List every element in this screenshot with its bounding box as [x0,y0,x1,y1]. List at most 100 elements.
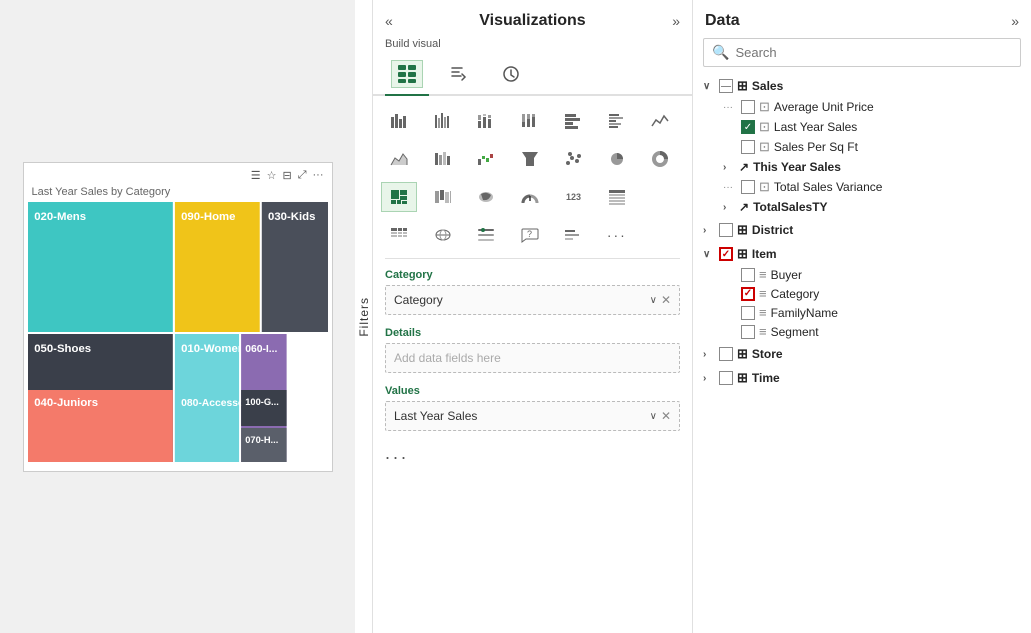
time-checkbox[interactable] [719,371,733,385]
viz-icon-map[interactable] [425,182,461,212]
item-last-year-sales[interactable]: ✓ ⊡ Last Year Sales [719,117,1025,137]
dots-icon: ··· [723,102,737,113]
category-drop[interactable]: Category ∨ ✕ [385,285,680,315]
viz-icon-bar[interactable] [381,106,417,136]
viz-icon-donut[interactable] [642,144,678,174]
toolbar-expand-icon[interactable]: ⤢ [298,169,307,182]
viz-icon-scatter[interactable] [555,144,591,174]
tab-format[interactable] [437,56,481,96]
viz-icon-stacked-bar[interactable] [468,106,504,136]
item-family-name[interactable]: ≡ FamilyName [719,303,1025,322]
viz-icon-smart-narrative[interactable] [555,220,591,250]
viz-icon-ribbon[interactable] [425,144,461,174]
viz-icon-pie[interactable] [599,144,635,174]
total-sales-var-checkbox[interactable] [741,180,755,194]
viz-icon-kpi[interactable]: 123 [555,182,591,212]
viz-icon-clustered-hbar[interactable] [599,106,635,136]
viz-more-dots[interactable]: ... [373,437,692,470]
treemap[interactable]: 020-Mens 090-Home 030-Kids 050-Shoes 010… [28,202,328,462]
viz-icon-treemap[interactable] [381,182,417,212]
item-category[interactable]: ✓ ≡ Category [719,284,1025,303]
toolbar-filter-icon[interactable]: ⊟ [282,169,291,182]
viz-icon-table[interactable] [599,182,635,212]
item-sales-per-sq-ft[interactable]: ⊡ Sales Per Sq Ft [719,137,1025,157]
category-remove-icon[interactable]: ✕ [661,293,671,307]
this-year-sales-header[interactable]: › ↗ This Year Sales [719,157,1025,177]
group-store: › ⊞ Store [699,343,1025,365]
item-average-unit-price[interactable]: ··· ⊡ Average Unit Price [719,97,1025,117]
category-chevron-icon[interactable]: ∨ [650,295,657,306]
toolbar-menu-icon[interactable]: ☰ [251,169,261,182]
viz-icon-funnel[interactable] [512,144,548,174]
canvas-area: ☰ ☆ ⊟ ⤢ ··· Last Year Sales by Category … [0,0,355,633]
group-item-header[interactable]: ∨ ✓ ⊞ Item [699,243,1025,265]
group-time-header[interactable]: › ⊞ Time [699,367,1025,389]
viz-expand-arrow[interactable]: » [672,13,680,29]
values-value: Last Year Sales [394,409,477,423]
item-checkbox[interactable]: ✓ [719,247,733,261]
visual-card[interactable]: ☰ ☆ ⊟ ⤢ ··· Last Year Sales by Category … [23,162,333,472]
item-total-sales-variance[interactable]: ··· ⊡ Total Sales Variance [719,177,1025,197]
this-year-expander: › [723,162,735,173]
viz-icons-grid-4: ? ··· [373,216,692,254]
viz-icon-azure-map[interactable] [425,220,461,250]
filters-sidebar[interactable]: Filters [355,0,373,633]
values-chevron-icon[interactable]: ∨ [650,411,657,422]
group-sales-header[interactable]: ∨ — ⊞ Sales [699,75,1025,97]
search-box[interactable]: 🔍 [703,38,1021,67]
details-drop[interactable]: Add data fields here [385,343,680,373]
sales-checkbox[interactable]: — [719,79,733,93]
district-checkbox[interactable] [719,223,733,237]
viz-icon-qna[interactable]: ? [512,220,548,250]
district-label: District [752,223,793,237]
data-panel-title: Data [705,12,740,30]
viz-icon-slicer[interactable] [468,220,504,250]
buyer-checkbox[interactable] [741,268,755,282]
trend-icon: ↗ [739,160,749,174]
item-buyer[interactable]: ≡ Buyer [719,265,1025,284]
toolbar-pin-icon[interactable]: ☆ [267,169,277,182]
category-value: Category [394,293,443,307]
viz-tabs [373,56,692,96]
avg-price-checkbox[interactable] [741,100,755,114]
category-checkbox[interactable]: ✓ [741,287,755,301]
viz-icon-line[interactable] [642,106,678,136]
toolbar-more-icon[interactable]: ··· [313,169,324,182]
visual-toolbar: ☰ ☆ ⊟ ⤢ ··· [28,167,328,184]
district-table-icon: ⊞ [737,222,748,238]
values-label: Values [385,385,680,397]
item-table-icon: ⊞ [737,246,748,262]
viz-icon-100-stacked-bar[interactable] [512,106,548,136]
group-district-header[interactable]: › ⊞ District [699,219,1025,241]
item-expander-icon: ∨ [703,249,715,260]
viz-icon-filled-map[interactable] [468,182,504,212]
data-expand-arrow[interactable]: » [1011,13,1019,29]
search-input[interactable] [735,45,1012,60]
item-segment[interactable]: ≡ Segment [719,322,1025,341]
group-store-header[interactable]: › ⊞ Store [699,343,1025,365]
values-remove-icon[interactable]: ✕ [661,409,671,423]
sales-per-sq-ft-checkbox[interactable] [741,140,755,154]
viz-divider-1 [385,258,680,259]
avg-price-label: Average Unit Price [774,100,874,114]
viz-icon-waterfall[interactable] [468,144,504,174]
family-name-checkbox[interactable] [741,306,755,320]
segment-checkbox[interactable] [741,325,755,339]
viz-icon-matrix[interactable] [381,220,417,250]
tab-analytics[interactable] [489,56,533,96]
svg-text:040-Juniors: 040-Juniors [34,397,98,409]
viz-icon-area[interactable] [381,144,417,174]
viz-icon-gauge[interactable] [512,182,548,212]
total-sales-ty-header[interactable]: › ↗ TotalSalesTY [719,197,1025,217]
svg-text:100-G...: 100-G... [245,397,279,407]
values-drop[interactable]: Last Year Sales ∨ ✕ [385,401,680,431]
viz-collapse-arrow[interactable]: « [385,13,393,29]
viz-icon-hbar[interactable] [555,106,591,136]
viz-icons-grid [373,102,692,140]
viz-icon-more[interactable]: ··· [599,220,635,250]
tab-fields[interactable] [385,56,429,96]
store-checkbox[interactable] [719,347,733,361]
total-sales-ty-label: TotalSalesTY [753,200,827,214]
viz-icon-clustered-bar[interactable] [425,106,461,136]
last-year-sales-checkbox[interactable]: ✓ [741,120,755,134]
